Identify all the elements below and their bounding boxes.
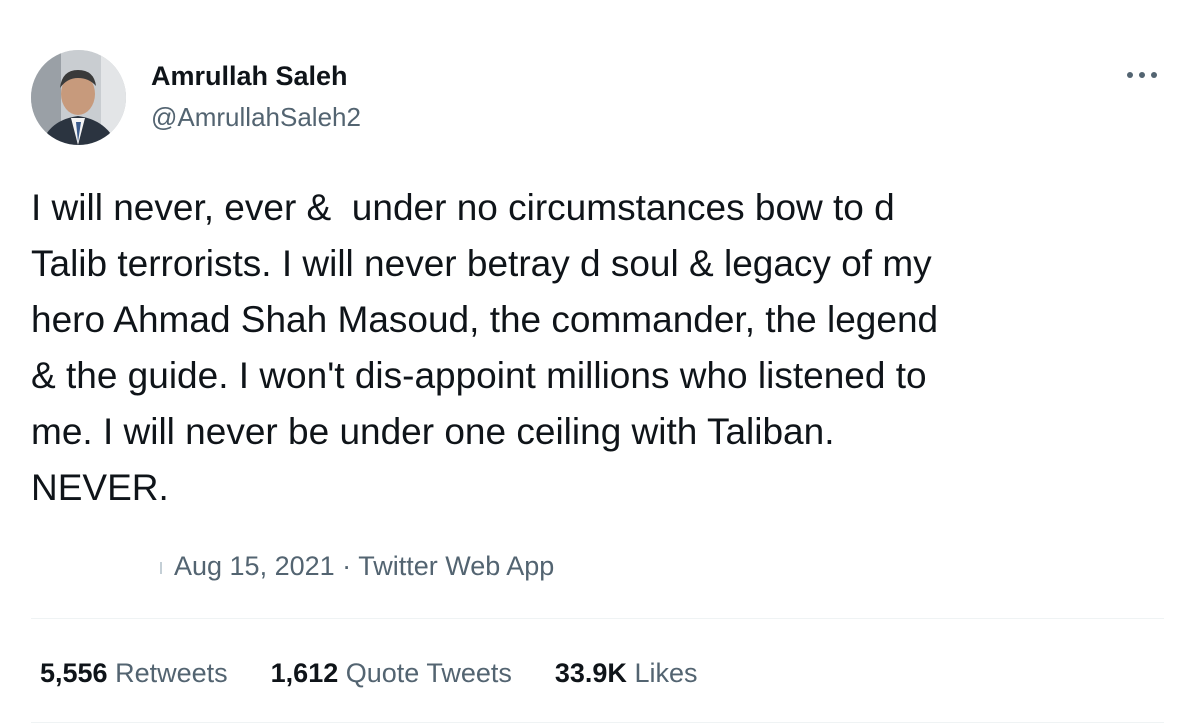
more-horizontal-icon: [1127, 72, 1157, 78]
likes-label: Likes: [634, 658, 698, 688]
tweet-text: I will never, ever & under no circumstan…: [31, 187, 939, 508]
quote-tweets-count: 1,612: [270, 658, 339, 688]
retweets-label: Retweets: [115, 658, 228, 688]
more-options-button[interactable]: [1120, 60, 1164, 90]
likes-count: 33.9K: [554, 658, 627, 688]
avatar-photo-icon: [31, 50, 126, 145]
tweet-source-link[interactable]: Twitter Web App: [358, 551, 554, 581]
quote-tweets-label: Quote Tweets: [345, 658, 512, 688]
tweet-meta: Aug 15, 2021 · Twitter Web App: [160, 548, 554, 584]
divider-bottom: [31, 722, 1164, 723]
likes-stat[interactable]: 33.9K Likes: [555, 655, 698, 691]
author-avatar[interactable]: [31, 50, 126, 145]
divider-top: [31, 618, 1164, 619]
retweets-stat[interactable]: 5,556 Retweets: [40, 655, 228, 691]
author-handle[interactable]: @AmrullahSaleh2: [151, 100, 361, 134]
tweet-card: Amrullah Saleh @AmrullahSaleh2 I will ne…: [0, 0, 1197, 726]
meta-separator: ·: [342, 551, 352, 581]
quote-tweets-stat[interactable]: 1,612 Quote Tweets: [271, 655, 512, 691]
engagement-stats: 5,556 Retweets 1,612 Quote Tweets 33.9K …: [40, 655, 697, 691]
author-name[interactable]: Amrullah Saleh: [151, 59, 348, 93]
retweets-count: 5,556: [40, 658, 108, 688]
meta-tick: [160, 561, 162, 574]
tweet-date-link[interactable]: Aug 15, 2021: [174, 551, 335, 581]
